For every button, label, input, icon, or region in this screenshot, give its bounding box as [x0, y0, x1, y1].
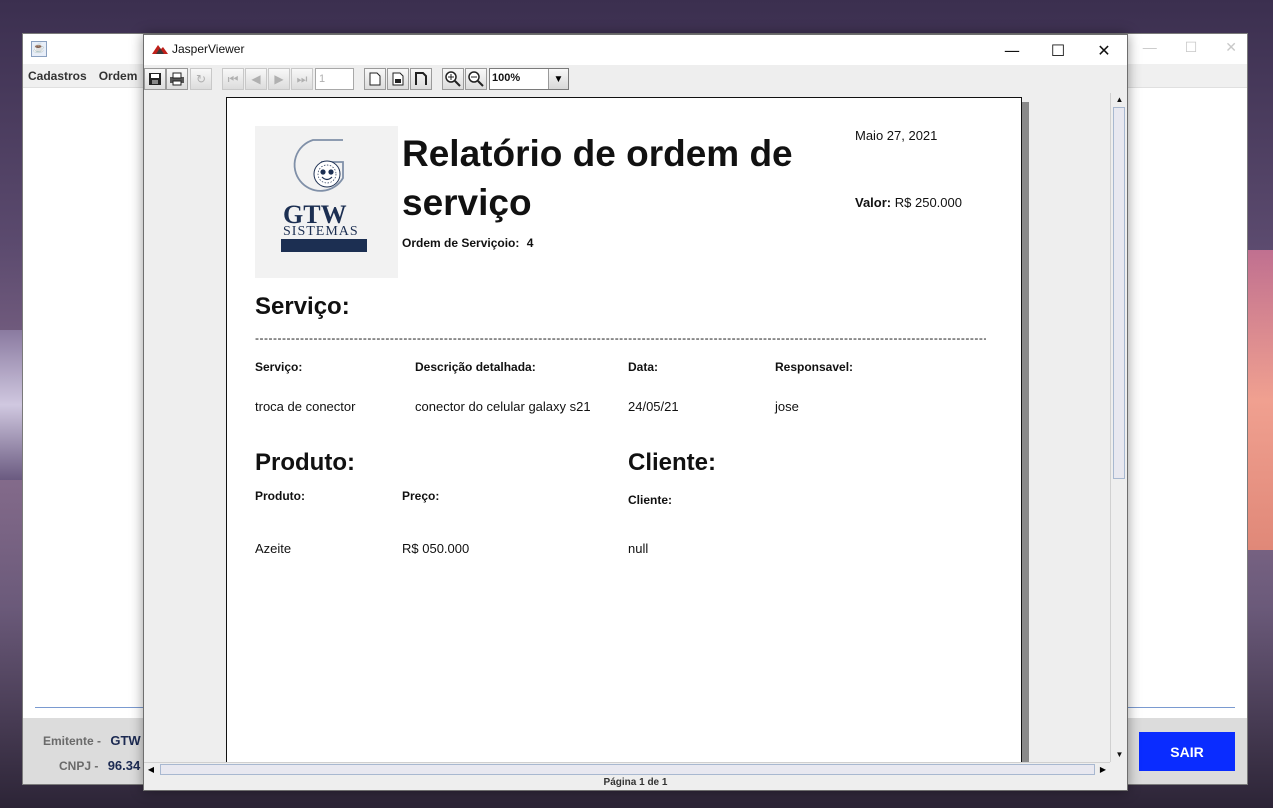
report-title-line2: serviço [402, 182, 532, 223]
preco-value: R$ 050.000 [402, 541, 470, 556]
valor-value: R$ 250.000 [894, 195, 962, 210]
print-icon[interactable] [166, 68, 188, 90]
save-icon[interactable] [144, 68, 166, 90]
maximize-icon[interactable]: ☐ [1035, 35, 1081, 65]
menu-ordem[interactable]: Ordem [99, 69, 138, 83]
company-logo: GTW SISTEMAS [255, 126, 398, 278]
zoom-out-icon[interactable] [465, 68, 487, 90]
cliente-value: null [628, 541, 649, 556]
produto-value: Azeite [255, 541, 292, 556]
cliente-header: Cliente: [628, 493, 673, 507]
minimize-icon[interactable]: — [989, 35, 1035, 65]
actual-size-icon[interactable] [364, 68, 386, 90]
background-window-controls: — ☐ ✕ [1143, 39, 1237, 56]
service-header-data: Data: [628, 360, 659, 374]
report-date: Maio 27, 2021 [855, 128, 938, 143]
first-page-icon[interactable]: ⏮ [222, 68, 244, 90]
report-title-line1: Relatório de ordem de [402, 133, 793, 174]
ordem-servico-line: Ordem de Serviçoio: 4 [402, 236, 533, 250]
fit-page-icon[interactable] [387, 68, 409, 90]
chevron-down-icon[interactable]: ▼ [548, 69, 568, 89]
sair-button[interactable]: SAIR [1139, 732, 1235, 771]
vertical-scroll-thumb[interactable] [1113, 107, 1125, 479]
window-title: JasperViewer [172, 42, 245, 56]
desktop-wallpaper-glow-left [0, 330, 22, 480]
last-page-icon[interactable]: ⏭ [291, 68, 313, 90]
service-header-servico: Serviço: [255, 360, 303, 374]
emitente-line: Emitente - GTW S [43, 733, 153, 748]
cnpj-line: CNPJ - 96.34 [59, 758, 140, 773]
valor-line: Valor: R$ 250.000 [855, 195, 962, 210]
cnpj-value: 96.34 [107, 758, 141, 773]
zoom-in-icon[interactable] [442, 68, 464, 90]
vertical-scrollbar[interactable]: ▲ ▼ [1110, 93, 1127, 762]
zoom-value: 100% [492, 72, 521, 84]
page-number-input[interactable]: 1 [315, 68, 354, 90]
service-value-responsavel: jose [775, 399, 799, 414]
produto-header-preco: Preço: [402, 489, 440, 503]
produto-header-produto: Produto: [255, 489, 305, 503]
menu-cadastros[interactable]: Cadastros [28, 69, 87, 83]
viewer-toolbar: ↻ ⏮ ◀ ▶ ⏭ 1 100% ▼ [144, 65, 1127, 93]
jasperviewer-titlebar: JasperViewer — ☐ ✕ [144, 35, 1127, 65]
service-header-descricao: Descrição detalhada: [415, 360, 536, 374]
minimize-icon[interactable]: — [1143, 39, 1157, 56]
valor-label: Valor: [855, 195, 892, 210]
page-status: Página 1 de 1 [144, 775, 1127, 790]
service-header-responsavel: Responsavel: [775, 360, 854, 374]
horizontal-scrollbar[interactable]: ◀ ▶ [144, 762, 1110, 776]
dashed-separator: ----------------------------------------… [255, 331, 986, 345]
service-value-servico: troca de conector [255, 399, 356, 414]
scroll-down-icon[interactable]: ▼ [1111, 748, 1128, 762]
produto-heading: Produto: [255, 449, 355, 476]
servico-heading: Serviço: [255, 293, 350, 320]
logo-text-sistemas: SISTEMAS [283, 224, 359, 239]
cnpj-label: CNPJ - [59, 759, 99, 773]
previous-page-icon[interactable]: ◀ [245, 68, 267, 90]
ordem-servico-value: 4 [526, 236, 534, 250]
cliente-heading: Cliente: [628, 449, 717, 476]
zoom-select[interactable]: 100% ▼ [489, 68, 569, 90]
reload-icon[interactable]: ↻ [190, 68, 212, 90]
jasper-logo-icon [152, 45, 168, 54]
maximize-icon[interactable]: ☐ [1185, 39, 1198, 56]
report-viewport[interactable]: GTW SISTEMAS Relatório de ordem de servi… [144, 93, 1110, 762]
fit-width-icon[interactable] [410, 68, 432, 90]
java-app-icon: ☕ [31, 41, 47, 57]
jasperviewer-window: JasperViewer — ☐ ✕ ↻ ⏮ ◀ ▶ ⏭ 1 100% ▼ GT… [143, 34, 1128, 791]
close-icon[interactable]: ✕ [1081, 35, 1127, 65]
scroll-up-icon[interactable]: ▲ [1111, 93, 1128, 107]
service-value-data: 24/05/21 [628, 399, 679, 414]
next-page-icon[interactable]: ▶ [268, 68, 290, 90]
service-value-descricao: conector do celular galaxy s21 [415, 399, 591, 414]
emitente-label: Emitente - [43, 734, 102, 748]
horizontal-scroll-thumb[interactable] [160, 764, 1095, 775]
ordem-servico-label: Ordem de Serviçoio: [402, 236, 520, 250]
report-page: GTW SISTEMAS Relatório de ordem de servi… [226, 97, 1022, 762]
close-icon[interactable]: ✕ [1225, 39, 1237, 56]
